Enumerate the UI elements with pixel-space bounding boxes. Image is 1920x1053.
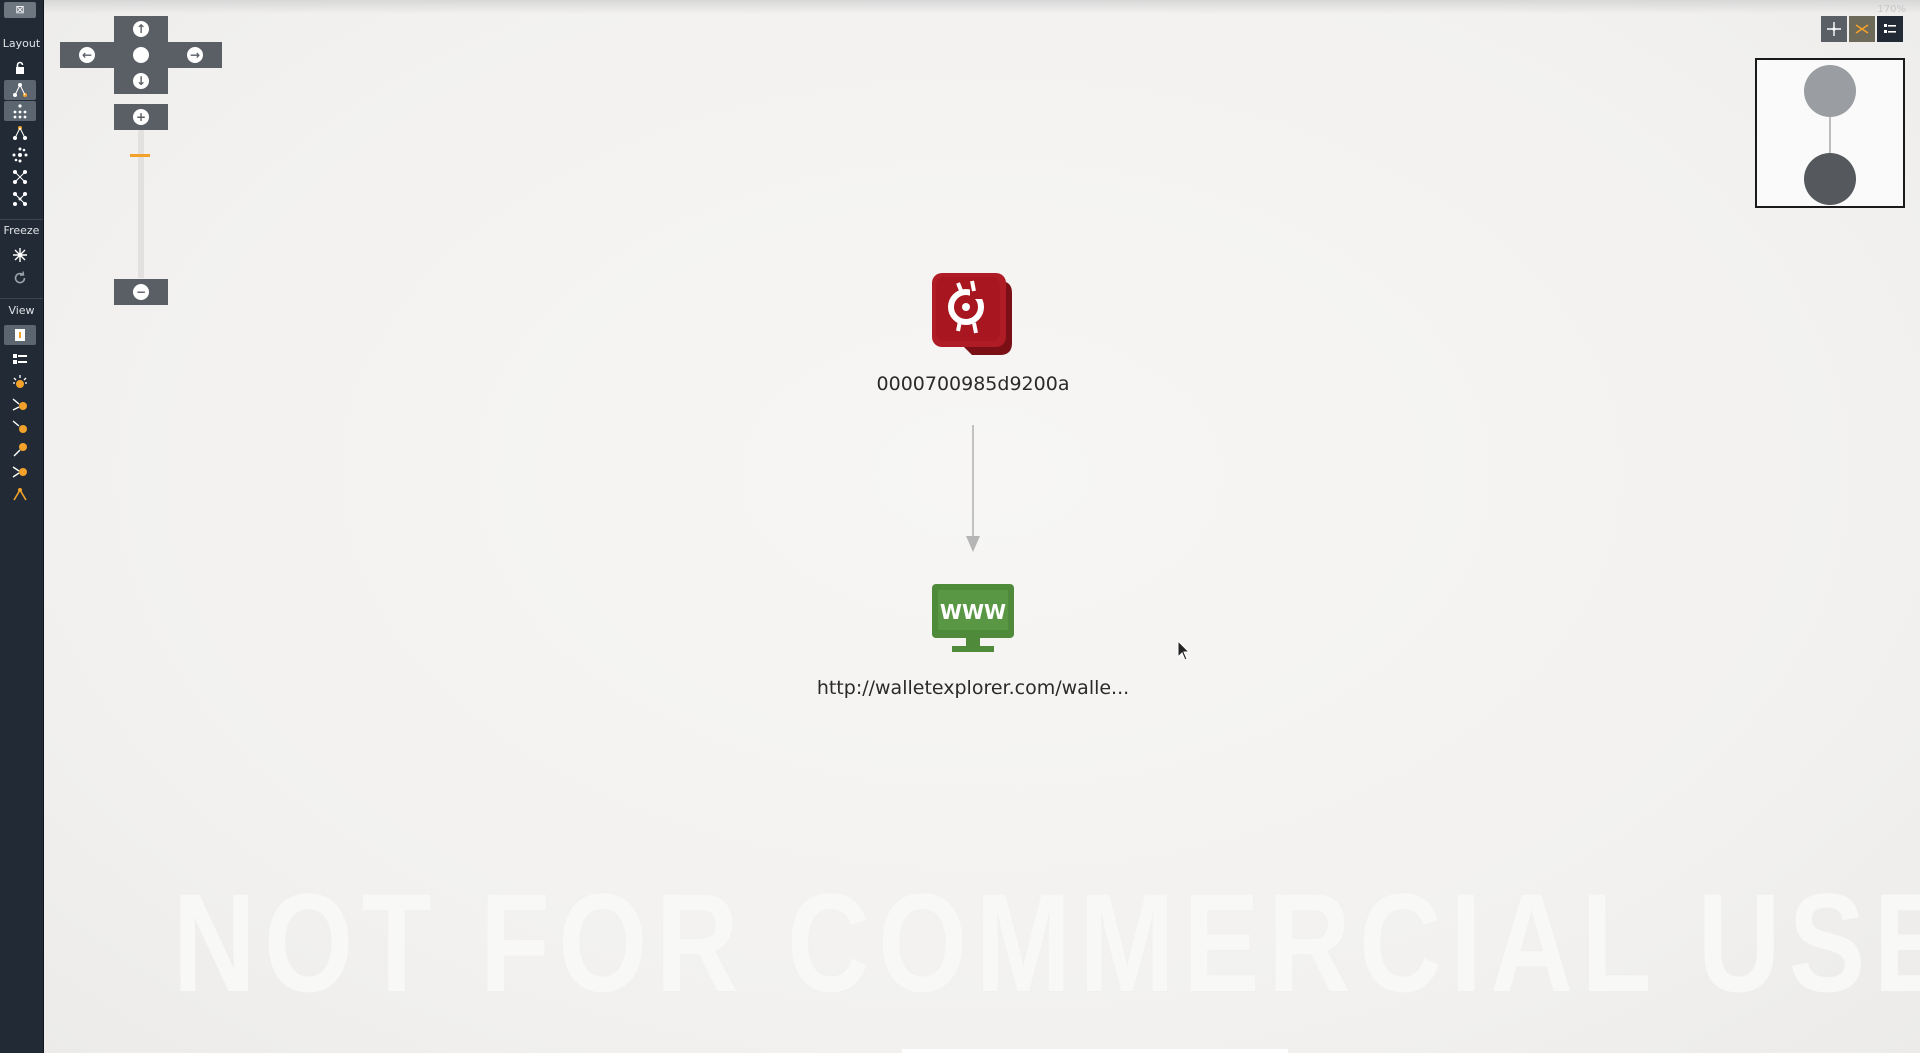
node-label: http://walletexplorer.com/walle... (816, 677, 1130, 699)
mouse-cursor-icon (1177, 640, 1191, 661)
scrollbar[interactable] (902, 1049, 1288, 1053)
edge-arrow-icon (966, 536, 980, 552)
www-monitor-icon: WWW (932, 584, 1014, 652)
graph-node-bitcoin[interactable] (932, 273, 1014, 357)
graph-node-url[interactable]: WWW (932, 584, 1014, 656)
node-label: 0000700985d9200a (876, 373, 1070, 395)
svg-text:WWW: WWW (940, 600, 1006, 624)
bitcoin-address-icon (932, 273, 1012, 355)
watermark: NOT FOR COMMERCIAL USE (172, 864, 1920, 1021)
